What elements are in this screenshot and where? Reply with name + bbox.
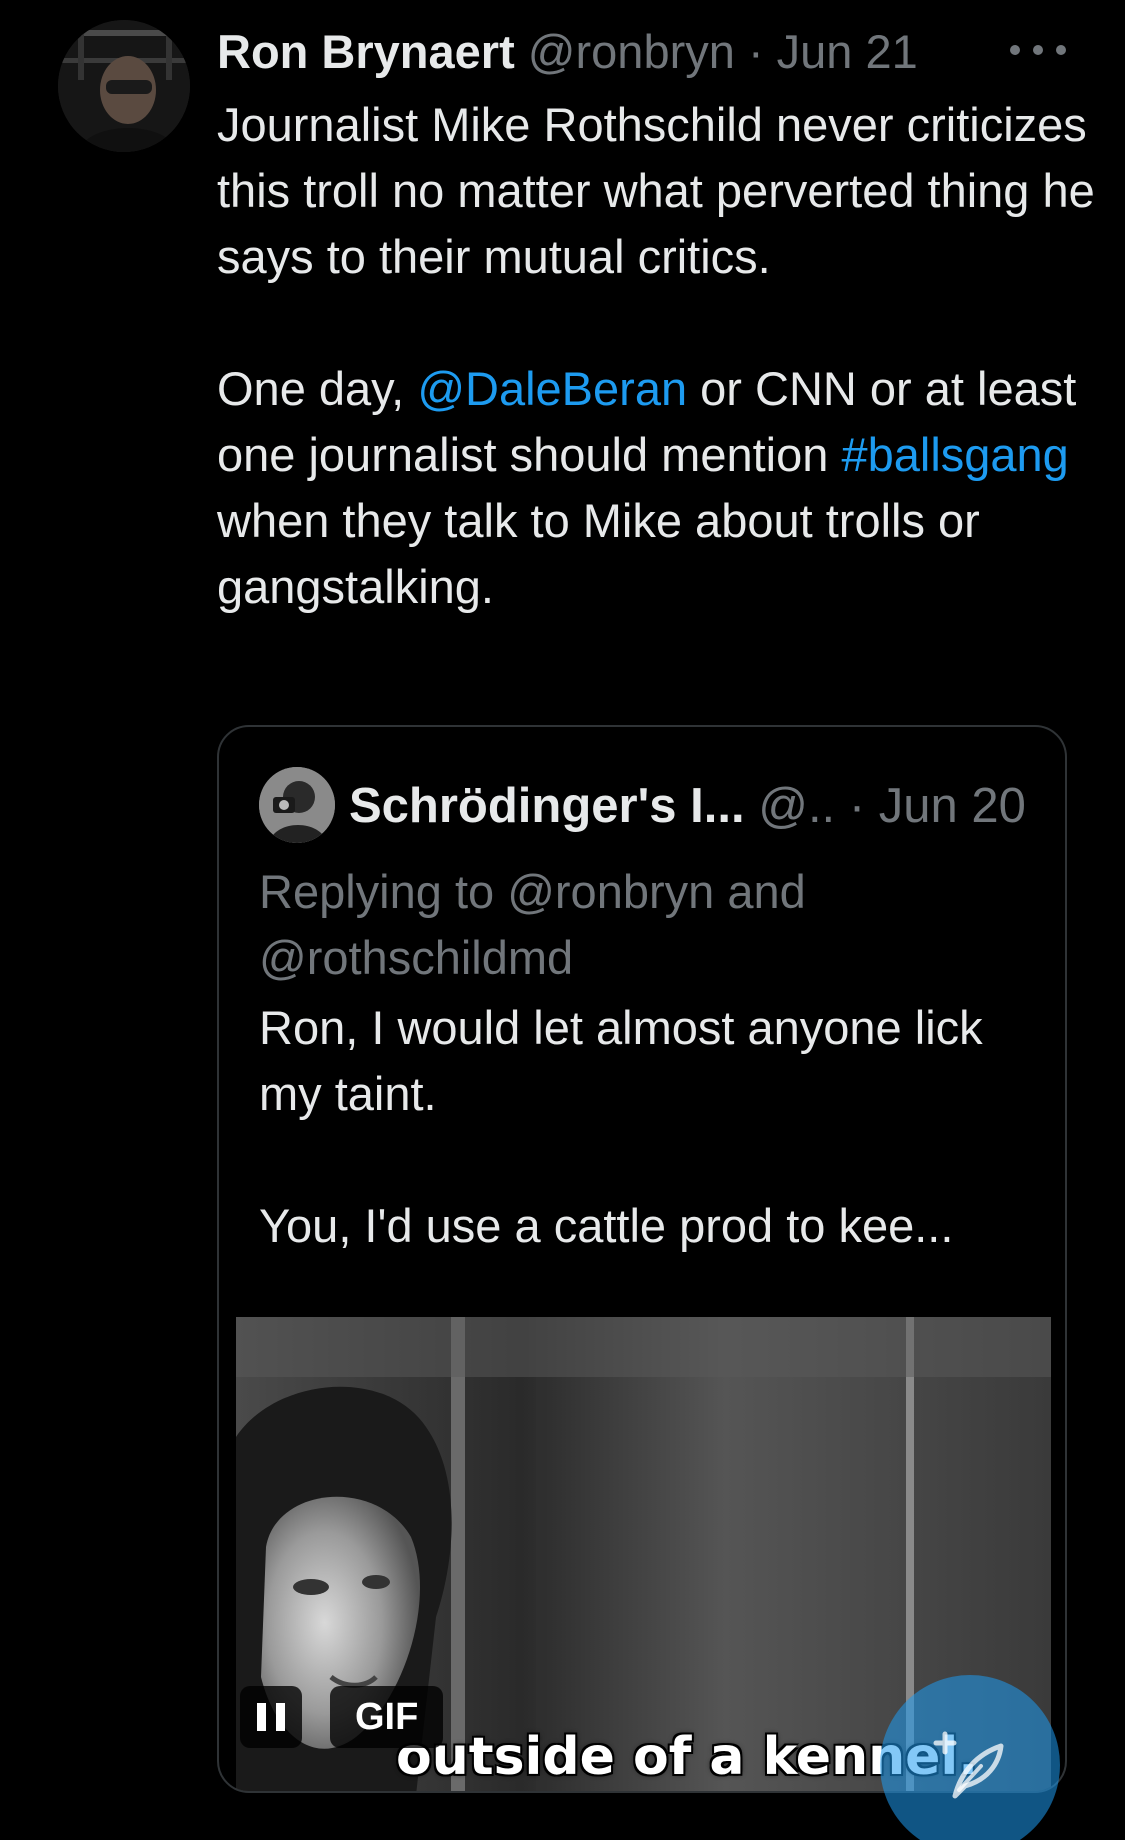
hashtag-link[interactable]: #ballsgang — [841, 428, 1068, 481]
quoted-author-avatar[interactable] — [259, 767, 335, 843]
tweet-date[interactable]: Jun 21 — [777, 25, 918, 78]
compose-tweet-button[interactable] — [880, 1675, 1060, 1840]
quoted-tweet-text: Ron, I would let almost anyone lick my t… — [259, 995, 1039, 1259]
tweet-text-paragraph-1: Journalist Mike Rothschild never critici… — [217, 98, 1095, 283]
text-segment: One day, — [217, 362, 418, 415]
quoted-tweet-date[interactable]: Jun 20 — [879, 779, 1026, 833]
mention-link[interactable]: @DaleBeran — [417, 362, 687, 415]
pause-icon-bar — [276, 1703, 285, 1731]
quoted-text-paragraph-1: Ron, I would let almost anyone lick my t… — [259, 1001, 983, 1120]
more-horizontal-icon-dot — [1010, 45, 1020, 55]
author-avatar-image — [58, 20, 190, 152]
quoted-tweet[interactable]: Schrödinger's I... @.. · Jun 20 Replying… — [217, 725, 1067, 1793]
quoted-author-name[interactable]: Schrödinger's I... — [349, 779, 745, 833]
more-options-button[interactable] — [1010, 30, 1066, 70]
replying-to: Replying to @ronbryn and @rothschildmd — [259, 865, 806, 984]
tweet-text-paragraph-2: One day, @DaleBeran or CNN or at least o… — [217, 356, 1097, 620]
pause-button[interactable] — [240, 1686, 302, 1748]
quoted-text-paragraph-2: You, I'd use a cattle prod to kee... — [259, 1199, 954, 1252]
author-handle[interactable]: @ronbryn — [528, 25, 735, 78]
tweet-text: Journalist Mike Rothschild never critici… — [217, 92, 1097, 620]
tweet-header: Ron Brynaert @ronbryn · Jun 21 — [217, 22, 918, 82]
text-segment: when they talk to Mike about trolls or g… — [217, 494, 980, 613]
pause-icon-bar — [257, 1703, 266, 1731]
quoted-tweet-header: Schrödinger's I... @.. · Jun 20 — [349, 775, 1026, 837]
quoted-author-avatar-image — [259, 767, 335, 843]
more-horizontal-icon-dot — [1033, 45, 1043, 55]
feather-plus-icon — [933, 1731, 1004, 1799]
gif-badge: GIF — [330, 1686, 444, 1748]
tweet[interactable]: Ron Brynaert @ronbryn · Jun 21 Journalis… — [0, 0, 1125, 1840]
header-separator: · — [747, 25, 764, 78]
quoted-author-handle[interactable]: @.. — [758, 779, 835, 833]
author-avatar[interactable] — [58, 20, 190, 152]
quoted-header-separator: · — [848, 779, 866, 833]
more-horizontal-icon-dot — [1056, 45, 1066, 55]
author-name[interactable]: Ron Brynaert — [217, 25, 515, 78]
